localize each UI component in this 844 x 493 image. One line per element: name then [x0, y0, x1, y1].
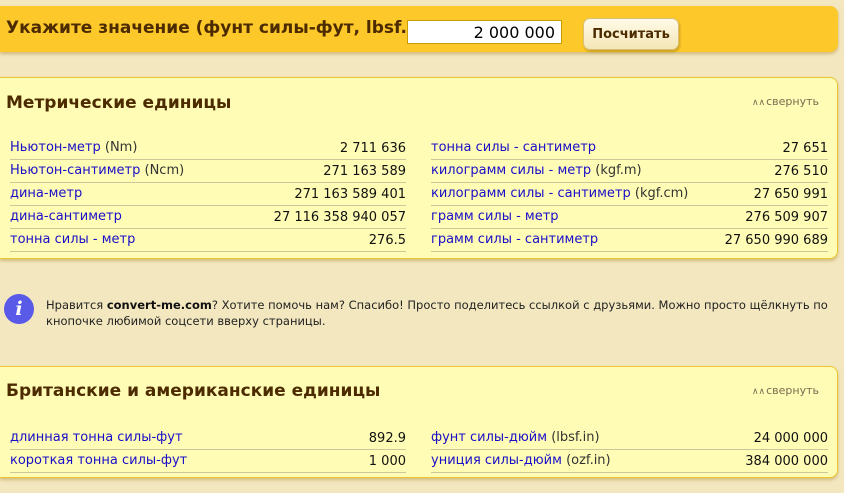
unit-abbr: (Ncm)	[140, 163, 185, 178]
unit-link[interactable]: тонна силы - сантиметр	[431, 140, 596, 155]
unit-link[interactable]: тонна силы - метр	[10, 232, 135, 247]
unit-link[interactable]: грамм силы - сантиметр	[431, 232, 598, 247]
unit-abbr: (ozf.in)	[561, 453, 611, 468]
collapse-link[interactable]: ∧∧свернуть	[752, 95, 819, 108]
unit-abbr: (lbsf.in)	[547, 430, 600, 445]
unit-value: 27 651	[782, 141, 829, 156]
unit-row: тонна силы - сантиметр 27 651	[431, 137, 828, 160]
site-name: convert-me.com	[106, 298, 212, 312]
unit-value: 271 163 589	[323, 164, 406, 179]
info-icon: i	[4, 294, 34, 324]
unit-value: 276 509 907	[745, 210, 828, 225]
panel-title: Британские и американские единицы	[6, 381, 381, 401]
unit-value: 271 163 589 401	[294, 187, 406, 202]
british-right-column: фунт силы-дюйм (lbsf.in) 24 000 000 униц…	[431, 427, 828, 473]
unit-abbr: (kgf.cm)	[630, 186, 689, 201]
unit-link[interactable]: дина-метр	[10, 186, 82, 201]
unit-row: грамм силы - метр 276 509 907	[431, 206, 828, 229]
unit-row: Ньютон-сантиметр (Ncm) 271 163 589	[10, 160, 406, 183]
unit-row: дина-метр 271 163 589 401	[10, 183, 406, 206]
metric-units-panel: Метрические единицы ∧∧свернуть Ньютон-ме…	[0, 77, 838, 259]
unit-row: униция силы-дюйм (ozf.in) 384 000 000	[431, 450, 828, 473]
unit-row: короткая тонна силы-фут 1 000	[10, 450, 406, 473]
unit-row: длинная тонна силы-фут 892.9	[10, 427, 406, 450]
unit-link[interactable]: фунт силы-дюйм	[431, 430, 547, 445]
chevron-up-icon: ∧∧	[751, 387, 766, 397]
input-bar: Укажите значение (фунт силы-фут, lbsf.ft…	[0, 6, 838, 52]
unit-row: фунт силы-дюйм (lbsf.in) 24 000 000	[431, 427, 828, 450]
unit-link[interactable]: дина-сантиметр	[10, 209, 122, 224]
panel-title: Метрические единицы	[6, 93, 232, 113]
chevron-up-icon: ∧∧	[751, 98, 766, 108]
unit-abbr: (Nm)	[100, 140, 138, 155]
input-prompt: Укажите значение (фунт силы-фут, lbsf.ft…	[6, 18, 438, 38]
unit-value: 2 711 636	[339, 141, 406, 156]
unit-link[interactable]: килограмм силы - сантиметр	[431, 186, 631, 201]
share-notice: i Нравится convert-me.com? Хотите помочь…	[4, 292, 834, 332]
unit-row: грамм силы - сантиметр 27 650 990 689	[431, 229, 828, 252]
unit-value: 892.9	[368, 431, 406, 446]
unit-value: 276.5	[368, 233, 406, 248]
unit-row: дина-сантиметр 27 116 358 940 057	[10, 206, 406, 229]
unit-link[interactable]: Ньютон-сантиметр	[10, 163, 140, 178]
unit-row: килограмм силы - сантиметр (kgf.cm) 27 6…	[431, 183, 828, 206]
unit-link[interactable]: униция силы-дюйм	[431, 453, 562, 468]
share-notice-text: Нравится convert-me.com? Хотите помочь н…	[46, 298, 828, 328]
unit-value: 24 000 000	[753, 431, 828, 446]
unit-row: тонна силы - метр 276.5	[10, 229, 406, 252]
collapse-link[interactable]: ∧∧свернуть	[752, 384, 819, 397]
metric-left-column: Ньютон-метр (Nm) 2 711 636 Ньютон-сантим…	[10, 137, 406, 252]
unit-link[interactable]: килограмм силы - метр	[431, 163, 591, 178]
unit-link[interactable]: Ньютон-метр	[10, 140, 101, 155]
unit-value: 27 116 358 940 057	[273, 210, 406, 225]
british-left-column: длинная тонна силы-фут 892.9 короткая то…	[10, 427, 406, 473]
unit-abbr: (kgf.m)	[591, 163, 642, 178]
unit-row: Ньютон-метр (Nm) 2 711 636	[10, 137, 406, 160]
value-input[interactable]	[407, 20, 562, 44]
unit-value: 27 650 990 689	[724, 233, 828, 248]
metric-right-column: тонна силы - сантиметр 27 651 килограмм …	[431, 137, 828, 252]
unit-link[interactable]: грамм силы - метр	[431, 209, 559, 224]
unit-link[interactable]: короткая тонна силы-фут	[10, 453, 187, 468]
unit-value: 384 000 000	[745, 454, 828, 469]
unit-row: килограмм силы - метр (kgf.m) 276 510	[431, 160, 828, 183]
unit-value: 1 000	[368, 454, 406, 469]
british-units-panel: Британские и американские единицы ∧∧свер…	[0, 366, 838, 478]
unit-value: 276 510	[774, 164, 828, 179]
unit-link[interactable]: длинная тонна силы-фут	[10, 430, 183, 445]
calculate-button[interactable]: Посчитать	[583, 18, 679, 50]
unit-value: 27 650 991	[753, 187, 828, 202]
